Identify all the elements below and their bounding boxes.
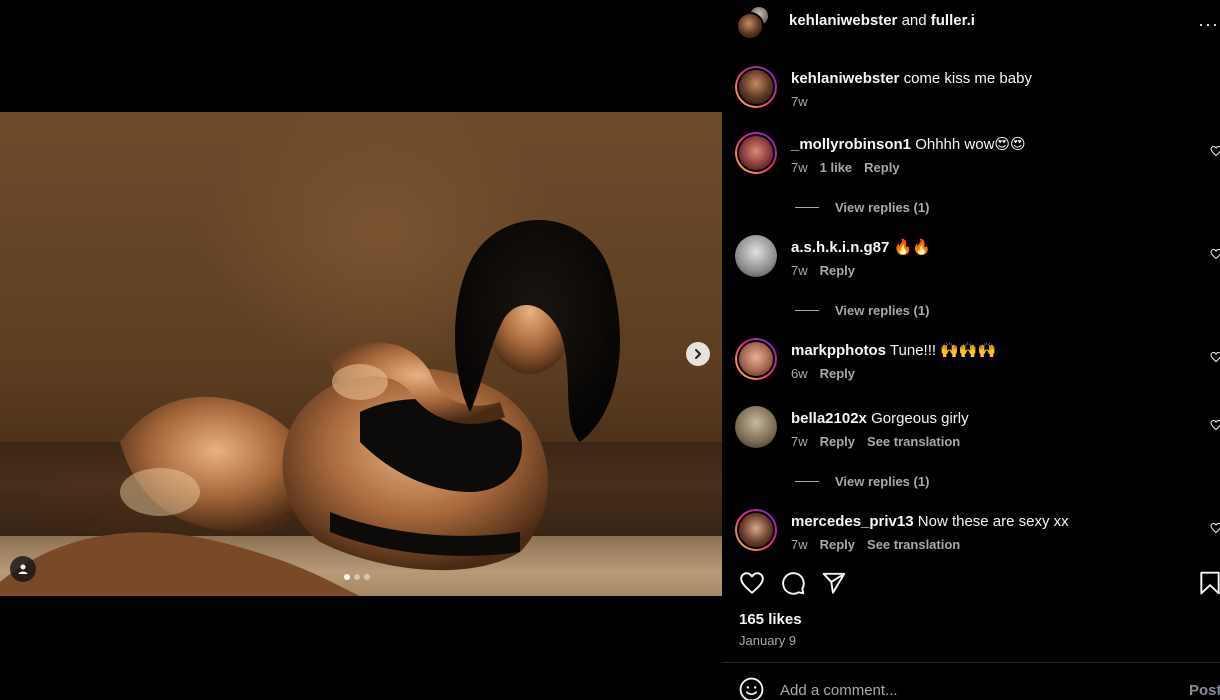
- comment-message: 🔥🔥: [893, 239, 931, 256]
- reply-button[interactable]: Reply: [820, 263, 855, 278]
- collaborator-username[interactable]: fuller.i: [931, 12, 975, 29]
- avatar[interactable]: [735, 66, 777, 108]
- avatar[interactable]: [735, 406, 777, 448]
- comment-text: bella2102x Gorgeous girly: [791, 409, 1191, 429]
- author-username[interactable]: kehlaniwebster: [789, 12, 897, 29]
- comment-username[interactable]: a.s.h.k.i.n.g87: [791, 239, 889, 256]
- comment-meta: 7w Reply See translation: [791, 434, 1191, 449]
- comment-time[interactable]: 7w: [791, 94, 808, 109]
- comment-text: mercedes_priv13 Now these are sexy xx: [791, 512, 1191, 532]
- view-replies-button[interactable]: View replies (1): [795, 303, 929, 318]
- comment-meta: 7w: [791, 94, 1191, 109]
- comment-bubble-icon[interactable]: [780, 570, 806, 596]
- likes-count[interactable]: 165 likes: [739, 611, 802, 628]
- comment-meta: 7w Reply: [791, 263, 1191, 278]
- view-replies-button[interactable]: View replies (1): [795, 200, 929, 215]
- carousel-dot: [354, 574, 360, 580]
- see-translation-button[interactable]: See translation: [867, 537, 960, 552]
- comment-username[interactable]: mercedes_priv13: [791, 513, 914, 530]
- bookmark-icon[interactable]: [1197, 570, 1220, 596]
- comment-heart-icon[interactable]: [1210, 522, 1220, 534]
- view-replies-label: View replies (1): [835, 200, 930, 215]
- authors-connector: and: [901, 12, 927, 29]
- carousel-dot: [364, 574, 370, 580]
- comment-time[interactable]: 7w: [791, 537, 808, 552]
- comment-meta: 7w Reply See translation: [791, 537, 1191, 552]
- comment-message: Now these are sexy xx: [917, 513, 1069, 530]
- avatar[interactable]: [735, 509, 777, 551]
- comment-text: markpphotos Tune!!! 🙌🙌🙌: [791, 341, 1191, 361]
- add-comment-input[interactable]: [780, 679, 1160, 700]
- paper-plane-icon[interactable]: [821, 570, 847, 596]
- replies-divider-line: [795, 207, 819, 208]
- comment-time[interactable]: 7w: [791, 263, 808, 278]
- reply-button[interactable]: Reply: [820, 537, 855, 552]
- avatar[interactable]: [735, 132, 777, 174]
- post-authors: kehlaniwebster and fuller.i: [789, 12, 975, 29]
- carousel-dot-active: [344, 574, 350, 580]
- comment-message: Tune!!! 🙌🙌🙌: [889, 342, 997, 359]
- comment-meta: 7w 1 like Reply: [791, 160, 1191, 175]
- comment-heart-icon[interactable]: [1210, 351, 1220, 363]
- reply-button[interactable]: Reply: [864, 160, 899, 175]
- comment-message: come kiss me baby: [903, 70, 1032, 87]
- replies-divider-line: [795, 310, 819, 311]
- comment-heart-icon[interactable]: [1210, 419, 1220, 431]
- post-comment-button[interactable]: Post: [1189, 682, 1220, 699]
- comment-heart-icon[interactable]: [1210, 248, 1220, 260]
- view-replies-label: View replies (1): [835, 474, 930, 489]
- post-actions-bar: [722, 566, 1220, 600]
- comment-username[interactable]: kehlaniwebster: [791, 70, 899, 87]
- comment-message: Gorgeous girly: [871, 410, 969, 427]
- user-icon: [18, 564, 28, 574]
- reply-button[interactable]: Reply: [820, 434, 855, 449]
- tagged-users-button[interactable]: [10, 556, 36, 582]
- carousel-next-button[interactable]: [686, 342, 710, 366]
- post-side-panel: kehlaniwebster and fuller.i ··· kehlaniw…: [722, 0, 1220, 700]
- chevron-right-icon: [695, 349, 701, 359]
- more-options-button[interactable]: ···: [1198, 14, 1219, 35]
- view-replies-button[interactable]: View replies (1): [795, 474, 929, 489]
- heart-icon[interactable]: [739, 570, 765, 596]
- ellipsis-icon: ···: [1198, 14, 1219, 34]
- smiley-icon[interactable]: [739, 677, 764, 700]
- post-media-panel: [0, 0, 722, 700]
- comment-composer: Post: [722, 663, 1220, 700]
- comment-username[interactable]: markpphotos: [791, 342, 886, 359]
- comment-username[interactable]: bella2102x: [791, 410, 867, 427]
- comment-time[interactable]: 6w: [791, 366, 808, 381]
- comment-time[interactable]: 7w: [791, 434, 808, 449]
- comment-text: kehlaniwebster come kiss me baby: [791, 69, 1191, 89]
- post-header: kehlaniwebster and fuller.i ···: [722, 0, 1220, 42]
- avatar[interactable]: [735, 338, 777, 380]
- comment-time[interactable]: 7w: [791, 160, 808, 175]
- avatar[interactable]: [735, 235, 777, 277]
- post-date[interactable]: January 9: [739, 633, 796, 648]
- reply-button[interactable]: Reply: [820, 366, 855, 381]
- comment-message: Ohhhh wow😍😍: [915, 136, 1026, 153]
- photo-subject: [0, 219, 620, 596]
- comment-meta: 6w Reply: [791, 366, 1191, 381]
- post-photo[interactable]: [0, 112, 722, 596]
- carousel-indicator: [344, 574, 370, 580]
- view-replies-label: View replies (1): [835, 303, 930, 318]
- see-translation-button[interactable]: See translation: [867, 434, 960, 449]
- comment-heart-icon[interactable]: [1210, 145, 1220, 157]
- comment-username[interactable]: _mollyrobinson1: [791, 136, 911, 153]
- comment-text: a.s.h.k.i.n.g87 🔥🔥: [791, 238, 1191, 258]
- replies-divider-line: [795, 481, 819, 482]
- author-avatar[interactable]: [736, 12, 764, 40]
- comment-text: _mollyrobinson1 Ohhhh wow😍😍: [791, 135, 1191, 155]
- comment-likes[interactable]: 1 like: [820, 160, 853, 175]
